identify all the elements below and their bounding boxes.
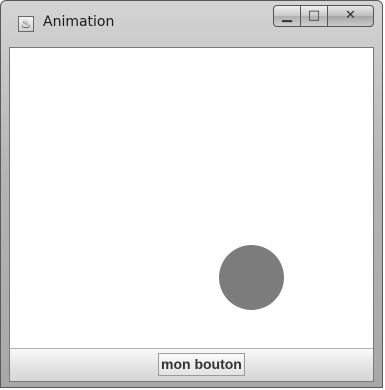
window-controls: ▁ □ ✕ [273, 5, 374, 27]
application-window: ♨ Animation ▁ □ ✕ mon bouton [0, 0, 383, 388]
title-bar[interactable]: ♨ Animation ▁ □ ✕ [1, 1, 382, 47]
close-button[interactable]: ✕ [327, 5, 374, 27]
maximize-icon: □ [307, 8, 321, 23]
maximize-button[interactable]: □ [300, 5, 327, 27]
animated-circle [219, 245, 284, 310]
java-cup-icon[interactable]: ♨ [18, 16, 34, 32]
content-pane: mon bouton [9, 47, 374, 382]
close-icon: ✕ [345, 8, 356, 23]
minimize-button[interactable]: ▁ [273, 5, 300, 27]
animation-canvas [10, 48, 373, 348]
button-panel: mon bouton [10, 348, 373, 381]
minimize-icon: ▁ [282, 8, 292, 23]
window-title: Animation [43, 14, 115, 30]
mon-bouton-button[interactable]: mon bouton [158, 353, 245, 376]
